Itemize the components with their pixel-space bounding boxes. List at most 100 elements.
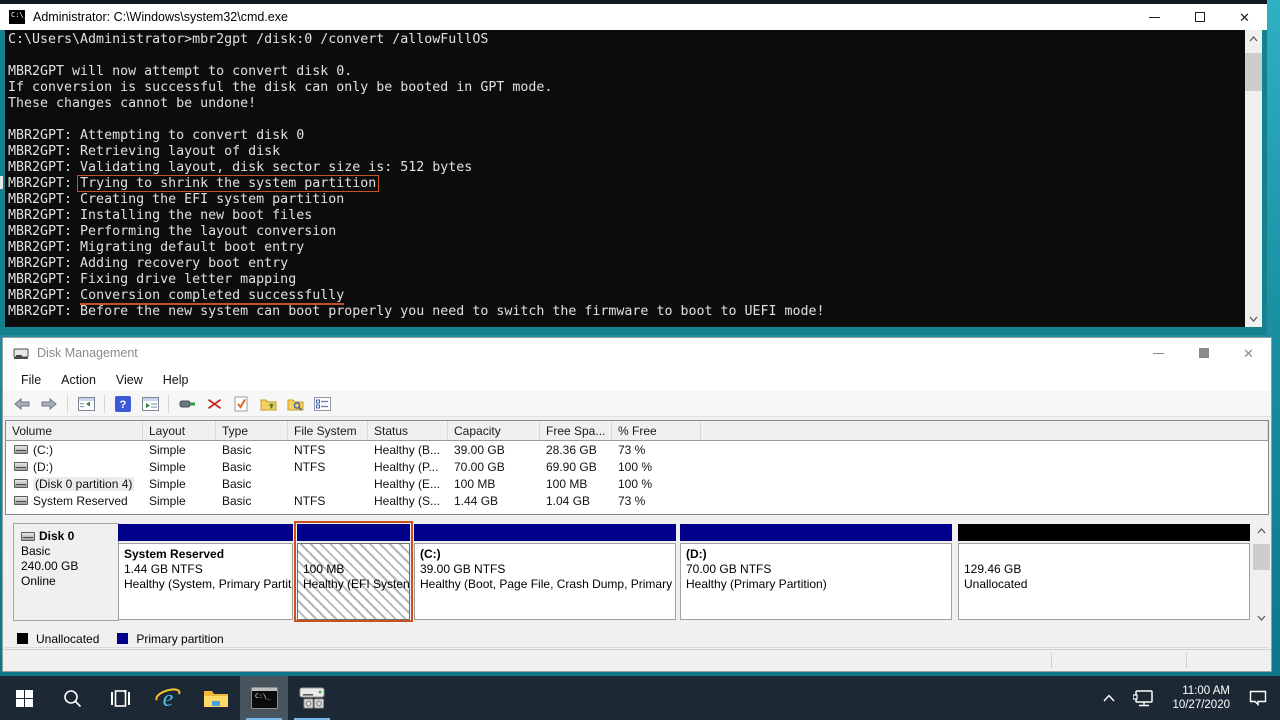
volume-row[interactable]: (Disk 0 partition 4)SimpleBasicHealthy (… — [6, 475, 1268, 492]
console-line: MBR2GPT: Attempting to convert disk 0 — [8, 128, 1245, 144]
disk0-panel[interactable]: Disk 0 Basic 240.00 GB Online — [13, 523, 119, 621]
console-line: MBR2GPT: Before the new system can boot … — [8, 304, 1245, 320]
disk-management-icon — [13, 347, 29, 360]
close-icon: ✕ — [1243, 347, 1254, 360]
dm-maximize-button[interactable] — [1181, 338, 1226, 368]
cmd-window-title: Administrator: C:\Windows\system32\cmd.e… — [33, 10, 288, 24]
legend-label: Unallocated — [36, 632, 99, 646]
console-line: MBR2GPT: Retrieving layout of disk — [8, 144, 1245, 160]
help-button[interactable]: ? — [114, 395, 132, 413]
internet-explorer-icon: e — [155, 685, 181, 711]
disk-management-window: Disk Management ✕ File Action View Help … — [2, 337, 1272, 672]
disk-name: Disk 0 — [39, 529, 74, 544]
partition-unallocated[interactable]: 129.46 GBUnallocated — [958, 524, 1250, 620]
menu-view[interactable]: View — [106, 368, 153, 391]
taskbar-cmd-button[interactable]: C:\_ — [240, 676, 288, 720]
minimize-icon — [1153, 353, 1164, 354]
column-header[interactable]: Volume — [6, 421, 143, 440]
volume-row[interactable]: (C:)SimpleBasicNTFSHealthy (B...39.00 GB… — [6, 441, 1268, 458]
clock-time: 11:00 AM — [1172, 684, 1230, 698]
cmd-close-button[interactable]: ✕ — [1222, 4, 1267, 30]
cmd-maximize-button[interactable] — [1177, 4, 1222, 30]
disk-type: Basic — [21, 544, 118, 559]
action-center-button[interactable] — [1242, 676, 1274, 720]
column-header[interactable]: File System — [288, 421, 368, 440]
properties-button[interactable] — [313, 395, 331, 413]
graphical-view-pane: Disk 0 Basic 240.00 GB Online System Res… — [3, 522, 1271, 626]
partition-info-box: 129.46 GBUnallocated — [958, 543, 1250, 620]
dm-close-button[interactable]: ✕ — [1226, 338, 1271, 368]
scroll-up-icon[interactable] — [1245, 30, 1262, 47]
cmd-titlebar[interactable]: C:\_ Administrator: C:\Windows\system32\… — [0, 4, 1267, 30]
console-line: MBR2GPT: Validating layout, disk sector … — [8, 160, 1245, 176]
partition-color-bar — [297, 524, 410, 541]
file-explorer-button[interactable] — [192, 676, 240, 720]
back-button[interactable] — [13, 395, 31, 413]
column-header[interactable]: Capacity — [448, 421, 540, 440]
cmd-scroll-thumb[interactable] — [1245, 53, 1262, 91]
menu-file[interactable]: File — [11, 368, 51, 391]
windows-logo-icon — [16, 690, 33, 707]
volume-table-header: VolumeLayoutTypeFile SystemStatusCapacit… — [6, 421, 1268, 441]
graph-scrollbar[interactable] — [1253, 522, 1270, 626]
taskbar: e C:\_ — [0, 676, 1280, 720]
column-header[interactable]: Layout — [143, 421, 216, 440]
dm-minimize-button[interactable] — [1136, 338, 1181, 368]
disk-size: 240.00 GB — [21, 559, 118, 574]
partition-system-reserved[interactable]: System Reserved1.44 GB NTFSHealthy (Syst… — [118, 524, 293, 620]
partition-legend: UnallocatedPrimary partition — [5, 630, 1269, 648]
network-tray-button[interactable] — [1126, 676, 1160, 720]
volume-row[interactable]: (D:)SimpleBasicNTFSHealthy (P...70.00 GB… — [6, 458, 1268, 475]
console-caret — [0, 176, 3, 189]
partition-color-bar — [958, 524, 1250, 541]
taskbar-disk-management-button[interactable] — [288, 676, 336, 720]
volume-list-pane: VolumeLayoutTypeFile SystemStatusCapacit… — [5, 420, 1269, 515]
taskbar-clock[interactable]: 11:00 AM 10/27/2020 — [1164, 684, 1238, 712]
partition--c-[interactable]: (C:)39.00 GB NTFSHealthy (Boot, Page Fil… — [414, 524, 676, 620]
console-line: MBR2GPT: Migrating default boot entry — [8, 240, 1245, 256]
rescan-disks-button[interactable] — [178, 395, 196, 413]
scroll-up-icon[interactable] — [1253, 522, 1270, 539]
mark-active-button[interactable] — [232, 395, 250, 413]
console-line: MBR2GPT will now attempt to convert disk… — [8, 64, 1245, 80]
partition-info-box: 100 MBHealthy (EFI Systen — [297, 543, 410, 620]
menu-help[interactable]: Help — [153, 368, 199, 391]
internet-explorer-button[interactable]: e — [144, 676, 192, 720]
menu-action[interactable]: Action — [51, 368, 106, 391]
show-console-tree-button[interactable] — [77, 395, 95, 413]
legend-swatch — [117, 633, 128, 644]
tray-chevron-button[interactable] — [1096, 676, 1122, 720]
volume-icon — [14, 479, 28, 488]
graph-scroll-thumb[interactable] — [1253, 544, 1270, 570]
column-header[interactable]: % Free — [612, 421, 701, 440]
open-folder-button[interactable] — [259, 395, 277, 413]
scroll-down-icon[interactable] — [1245, 310, 1262, 327]
partition-healthy-efi-systen[interactable]: 100 MBHealthy (EFI Systen — [297, 524, 410, 620]
console-line: MBR2GPT: Adding recovery boot entry — [8, 256, 1245, 272]
search-button[interactable] — [48, 676, 96, 720]
task-view-button[interactable] — [96, 676, 144, 720]
volume-icon — [14, 496, 28, 505]
console-line: MBR2GPT: Conversion completed successful… — [8, 288, 1245, 304]
column-header[interactable]: Status — [368, 421, 448, 440]
console-line: MBR2GPT: Trying to shrink the system par… — [8, 176, 1245, 192]
show-action-pane-button[interactable] — [141, 395, 159, 413]
explore-folder-button[interactable] — [286, 395, 304, 413]
console-line: These changes cannot be undone! — [8, 96, 1245, 112]
cmd-scrollbar[interactable] — [1245, 30, 1262, 327]
disk-status: Online — [21, 574, 118, 589]
scroll-down-icon[interactable] — [1253, 609, 1270, 626]
column-header[interactable]: Free Spa... — [540, 421, 612, 440]
cmd-console-output[interactable]: C:\Users\Administrator>mbr2gpt /disk:0 /… — [5, 30, 1245, 327]
partition--d-[interactable]: (D:)70.00 GB NTFSHealthy (Primary Partit… — [680, 524, 952, 620]
disk-management-titlebar[interactable]: Disk Management ✕ — [3, 338, 1271, 368]
volume-icon — [14, 462, 28, 471]
start-button[interactable] — [0, 676, 48, 720]
cmd-minimize-button[interactable] — [1132, 4, 1177, 30]
forward-button[interactable] — [40, 395, 58, 413]
column-header[interactable]: Type — [216, 421, 288, 440]
partition-info-box: (D:)70.00 GB NTFSHealthy (Primary Partit… — [680, 543, 952, 620]
volume-row[interactable]: System ReservedSimpleBasicNTFSHealthy (S… — [6, 492, 1268, 509]
delete-volume-button[interactable] — [205, 395, 223, 413]
file-explorer-icon — [203, 688, 229, 709]
